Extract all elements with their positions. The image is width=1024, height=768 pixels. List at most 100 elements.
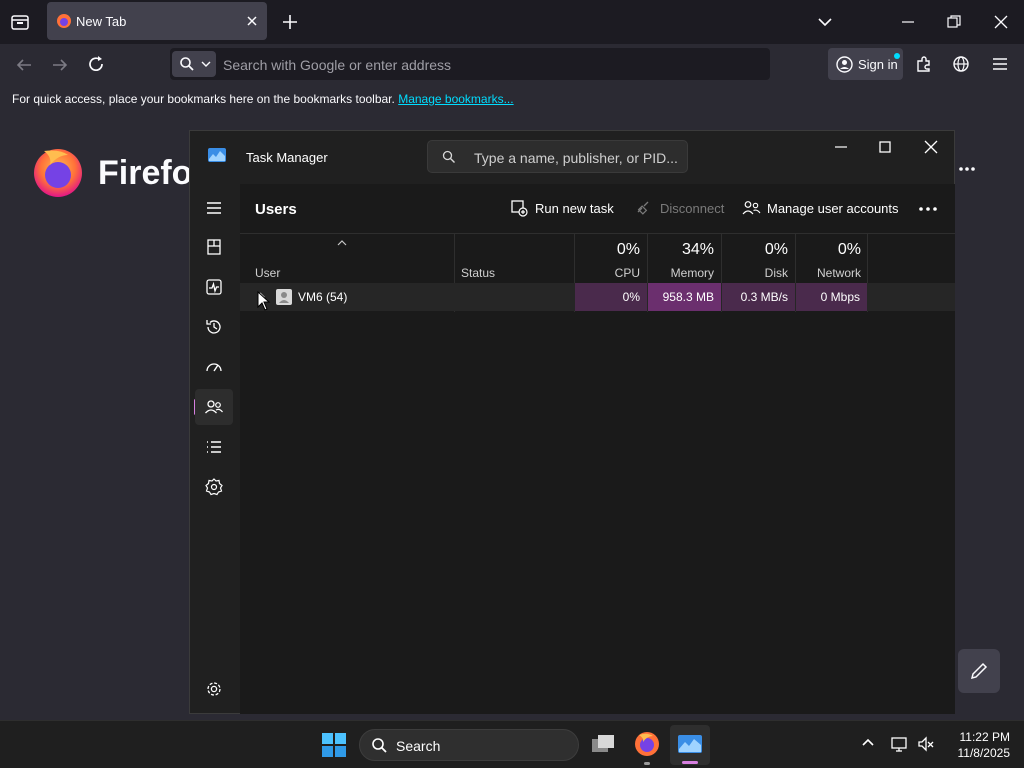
forward-icon[interactable] [51, 56, 69, 74]
list-all-tabs-icon[interactable] [816, 14, 834, 30]
memory-label: Memory [670, 266, 714, 280]
system-clock[interactable]: 11:22 PM 11/8/2025 [940, 729, 1011, 761]
cpu-percent: 0% [616, 241, 640, 258]
more-commands-icon[interactable] [918, 206, 938, 212]
manage-user-accounts-label: Manage user accounts [767, 201, 899, 216]
nav-users-icon[interactable] [204, 397, 224, 417]
column-header-user[interactable]: User [255, 266, 280, 280]
url-bar[interactable]: Search with Google or enter address [170, 48, 770, 80]
nav-menu-icon[interactable] [204, 198, 224, 218]
task-manager-window: Task Manager Type a name, publisher, or … [189, 130, 955, 714]
nav-details-icon[interactable] [204, 437, 224, 457]
tab-title: New Tab [76, 14, 127, 29]
column-header-network[interactable]: 0% Network [796, 240, 868, 282]
tm-maximize-icon[interactable] [877, 139, 893, 155]
disk-label: Disk [764, 266, 788, 280]
network-percent: 0% [837, 241, 861, 258]
manage-bookmarks-link[interactable]: Manage bookmarks... [398, 92, 513, 106]
customize-button[interactable] [958, 649, 1000, 693]
memory-cell: 958.3 MB [648, 283, 721, 311]
firefox-running-indicator [644, 762, 650, 765]
task-manager-title: Task Manager [246, 150, 328, 165]
close-window-icon[interactable] [993, 14, 1009, 30]
disk-percent: 0% [764, 241, 788, 258]
search-input[interactable]: Type a name, publisher, or PID... [427, 140, 688, 173]
sign-in-button[interactable]: Sign in [828, 48, 903, 80]
nav-services-icon[interactable] [204, 477, 224, 497]
task-manager-taskbar-button[interactable] [670, 725, 710, 765]
run-new-task-label: Run new task [535, 201, 614, 216]
tab-new-tab[interactable]: New Tab [47, 2, 267, 40]
tm-close-icon[interactable] [923, 139, 939, 155]
extensions-icon[interactable] [915, 55, 933, 73]
disconnect-label: Disconnect [660, 201, 725, 216]
page-title: Users [255, 201, 297, 218]
disconnect-icon [635, 199, 653, 217]
account-icon [836, 56, 853, 73]
show-hidden-icons-icon[interactable] [861, 737, 875, 747]
notification-dot [894, 53, 900, 59]
network-status-icon[interactable] [891, 735, 909, 753]
more-options-icon[interactable] [958, 166, 976, 172]
minimize-icon[interactable] [900, 14, 916, 30]
user-avatar-icon [276, 289, 292, 305]
column-header-cpu[interactable]: 0% CPU [575, 240, 647, 282]
url-placeholder: Search with Google or enter address [223, 57, 452, 73]
sort-up-icon [337, 240, 347, 246]
column-header-disk[interactable]: 0% Disk [722, 240, 795, 282]
network-label: Network [816, 266, 861, 280]
firefox-logo-icon [32, 145, 84, 197]
restore-icon[interactable] [946, 14, 962, 30]
bookmarks-hint: For quick access, place your bookmarks h… [12, 92, 514, 106]
reload-icon[interactable] [87, 55, 105, 73]
cpu-cell: 0% [575, 283, 647, 311]
disk-cell: 0.3 MB/s [722, 283, 795, 311]
taskbar-search-box[interactable]: Search [359, 729, 579, 761]
clock-time: 11:22 PM [959, 730, 1010, 744]
tm-minimize-icon[interactable] [833, 139, 849, 155]
memory-percent: 34% [681, 241, 714, 258]
nav-startup-apps-icon[interactable] [204, 357, 224, 377]
globe-icon[interactable] [952, 55, 970, 73]
cpu-label: CPU [614, 266, 640, 280]
chevron-down-icon [201, 60, 211, 68]
task-view-icon[interactable] [590, 733, 616, 755]
nav-performance-icon[interactable] [204, 277, 224, 297]
nav-app-history-icon[interactable] [204, 317, 224, 337]
sign-in-label: Sign in [858, 57, 898, 72]
hamburger-menu-icon[interactable] [991, 56, 1009, 72]
column-header-status[interactable]: Status [461, 266, 495, 280]
task-manager-active-indicator [682, 761, 698, 764]
search-icon [179, 56, 195, 72]
users-page: Users Run new task Disconnect Manage use… [240, 184, 955, 714]
nav-processes-icon[interactable] [204, 237, 224, 257]
firefox-tab-icon [56, 13, 72, 29]
navigation-toolbar: Search with Google or enter address Sign… [0, 44, 1024, 86]
search-icon [442, 150, 456, 164]
close-tab-icon[interactable] [245, 14, 259, 28]
run-new-task-button[interactable]: Run new task [510, 198, 614, 220]
volume-muted-icon[interactable] [917, 735, 935, 753]
settings-gear-icon[interactable] [204, 679, 224, 699]
network-cell: 0 Mbps [796, 283, 867, 311]
disconnect-button[interactable]: Disconnect [635, 198, 725, 220]
clock-date: 11/8/2025 [957, 746, 1011, 760]
firefox-taskbar-icon[interactable] [634, 731, 660, 757]
windows-start-icon[interactable] [322, 733, 346, 757]
column-header-memory[interactable]: 34% Memory [648, 240, 721, 282]
new-tab-icon[interactable] [281, 13, 299, 31]
toolbar-divider [240, 233, 955, 234]
back-icon[interactable] [15, 56, 33, 74]
windows-taskbar: Search 11:22 PM 11/8/2025 [0, 720, 1024, 768]
browser-tab-bar: New Tab [0, 0, 1024, 44]
user-name: VM6 (54) [298, 290, 348, 304]
bookmarks-hint-text: For quick access, place your bookmarks h… [12, 92, 395, 106]
search-placeholder: Type a name, publisher, or PID... [474, 150, 678, 166]
pencil-icon [969, 661, 989, 681]
firefox-view-icon[interactable] [10, 12, 30, 32]
manage-user-accounts-button[interactable]: Manage user accounts [742, 198, 899, 220]
manage-users-icon [742, 199, 761, 217]
search-engine-button[interactable] [172, 51, 216, 77]
search-icon [371, 737, 388, 754]
task-manager-app-icon [208, 148, 226, 162]
